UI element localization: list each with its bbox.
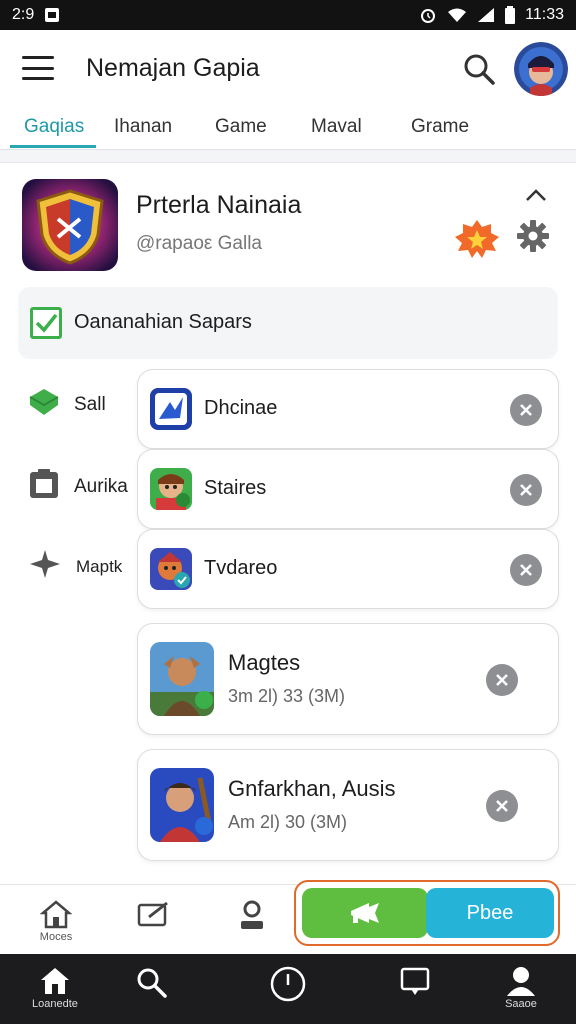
nav-home[interactable]: Loanedte: [20, 966, 90, 1010]
cellular-signal-icon: [477, 7, 495, 23]
side-item-label: Maptk: [76, 556, 123, 576]
burst-icon[interactable]: [454, 217, 500, 259]
game-icon: [150, 388, 192, 430]
bottom-nav: Loanedte Saaoe: [0, 954, 576, 1024]
close-icon[interactable]: [486, 664, 518, 696]
game-name: Staires: [204, 477, 267, 499]
side-item-label: Aurika: [74, 475, 128, 497]
list-item[interactable]: Gnfarkhan, Ausis Am 2l) 30 (3M): [137, 749, 559, 861]
shield-icon: [28, 387, 60, 422]
megaphone-icon: [351, 903, 379, 923]
star-icon: [28, 549, 62, 584]
game-icon: [150, 642, 214, 716]
list-item[interactable]: Magtes 3m 2l) 33 (3M): [137, 623, 559, 735]
primary-action-button[interactable]: Pbee: [426, 888, 554, 938]
home-action[interactable]: Moces: [28, 899, 84, 943]
game-logo-image: [22, 179, 118, 271]
nav-clock[interactable]: [253, 966, 323, 1002]
search-icon: [137, 968, 167, 998]
side-item-maptk[interactable]: Maptk: [28, 549, 122, 584]
game-name: Dhcinae: [204, 397, 278, 419]
edit-icon: [137, 901, 168, 927]
home-icon: [40, 900, 72, 929]
search-icon[interactable]: [462, 52, 496, 86]
chat-icon: [400, 967, 430, 995]
list-item[interactable]: Tvdareo: [137, 529, 559, 609]
side-item-aurika[interactable]: Aurika: [28, 469, 128, 504]
folder-icon: [28, 469, 60, 504]
gear-icon[interactable]: [516, 219, 550, 253]
game-icon: [150, 768, 214, 842]
megaphone-button[interactable]: [302, 888, 428, 938]
user-action[interactable]: [224, 899, 280, 931]
app-bar: Nemajan Gapia Gaqias Ihanan Game Maval G…: [0, 30, 576, 150]
side-item-sall[interactable]: Sall: [28, 387, 106, 422]
chevron-up-icon[interactable]: [524, 187, 548, 203]
list-item[interactable]: Dhcinae: [137, 369, 559, 449]
nav-search[interactable]: [116, 966, 186, 998]
game-icon: [150, 468, 192, 510]
clock-icon: [270, 966, 306, 1002]
game-meta: 3m 2l) 33 (3M): [228, 686, 346, 706]
game-name: Magtes: [228, 650, 301, 675]
close-icon[interactable]: [510, 394, 542, 426]
nav-profile[interactable]: Saaoe: [486, 966, 556, 1010]
status-time-left: 2:9: [12, 6, 35, 23]
status-bar: 2:9 11:33: [0, 0, 576, 30]
notification-icon: [44, 7, 60, 23]
game-meta: Am 2l) 30 (3M): [228, 812, 348, 832]
user-icon: [241, 900, 263, 929]
game-icon: [150, 548, 192, 590]
tab-game[interactable]: Game: [215, 116, 267, 138]
tab-indicator: [10, 145, 96, 148]
avatar[interactable]: [514, 42, 568, 96]
wifi-icon: [447, 7, 467, 23]
profile-card: Prterla Nainaia @rapaoε Galla Oananahian…: [0, 162, 576, 884]
checkbox-label: Oananahian Sapars: [74, 311, 252, 333]
game-name: Tvdareo: [204, 557, 278, 579]
game-name: Gnfarkhan, Ausis: [228, 776, 396, 801]
profile-icon: [507, 967, 535, 996]
side-item-label: Sall: [74, 393, 106, 415]
battery-icon: [505, 6, 516, 24]
app-title: Nemajan Gapia: [86, 54, 260, 82]
tab-grame[interactable]: Grame: [411, 116, 469, 138]
close-icon[interactable]: [510, 554, 542, 586]
home-icon: [41, 968, 69, 994]
profile-name: Prterla Nainaia: [136, 191, 302, 219]
tab-gaqias[interactable]: Gaqias: [24, 116, 84, 138]
checkbox[interactable]: [30, 307, 62, 339]
status-time-right: 11:33: [525, 6, 564, 23]
menu-icon[interactable]: [22, 56, 54, 80]
list-item[interactable]: Staires: [137, 449, 559, 529]
close-icon[interactable]: [486, 790, 518, 822]
tab-maval[interactable]: Maval: [311, 116, 362, 138]
nav-profile-label: Saaoe: [505, 998, 537, 1010]
checkbox-row[interactable]: Oananahian Sapars: [18, 287, 558, 359]
profile-handle: @rapaoε Galla: [136, 233, 262, 254]
nav-messages[interactable]: [380, 966, 450, 998]
tab-bar: Gaqias Ihanan Game Maval Grame: [0, 110, 576, 150]
tab-ihanan[interactable]: Ihanan: [114, 116, 172, 138]
nav-home-label: Loanedte: [32, 998, 78, 1010]
home-action-label: Moces: [39, 931, 73, 943]
alarm-icon: [419, 6, 437, 24]
edit-action[interactable]: [126, 899, 182, 929]
close-icon[interactable]: [510, 474, 542, 506]
action-button-group: Pbee: [294, 880, 560, 946]
